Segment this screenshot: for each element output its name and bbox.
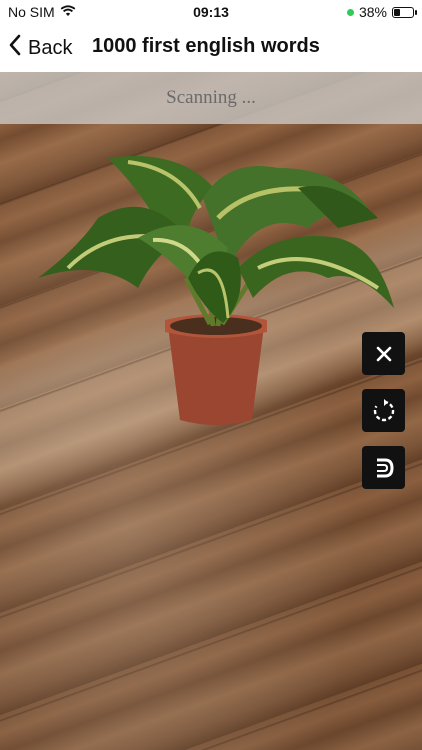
potted-plant-model[interactable] — [38, 148, 398, 438]
magnet-icon — [372, 456, 396, 480]
green-dot-icon — [346, 8, 354, 16]
battery-percentage: 38% — [358, 4, 387, 20]
battery-icon — [392, 6, 417, 18]
back-button[interactable]: Back — [8, 34, 72, 62]
battery-level — [394, 8, 400, 16]
chevron-left-icon — [8, 34, 22, 62]
ar-screen: No SIM 09:13 38% Back 1000 first english… — [0, 0, 422, 750]
plant-pot — [168, 326, 264, 425]
back-label: Back — [28, 36, 73, 59]
plant-leaves — [38, 156, 394, 323]
rotate-icon — [371, 398, 397, 424]
pot-soil — [170, 317, 262, 335]
status-bar: No SIM 09:13 38% — [0, 0, 422, 24]
close-button[interactable] — [362, 332, 405, 375]
navigation-bar: Back 1000 first english words — [0, 24, 422, 72]
scanning-status-banner: Scanning ... — [0, 72, 422, 124]
close-icon — [375, 345, 393, 363]
magnet-button[interactable] — [362, 446, 405, 489]
rotate-button[interactable] — [362, 389, 405, 432]
scanning-status-text: Scanning ... — [166, 87, 256, 108]
page-title: 1000 first english words — [92, 35, 320, 57]
status-right: 38% — [346, 4, 417, 20]
